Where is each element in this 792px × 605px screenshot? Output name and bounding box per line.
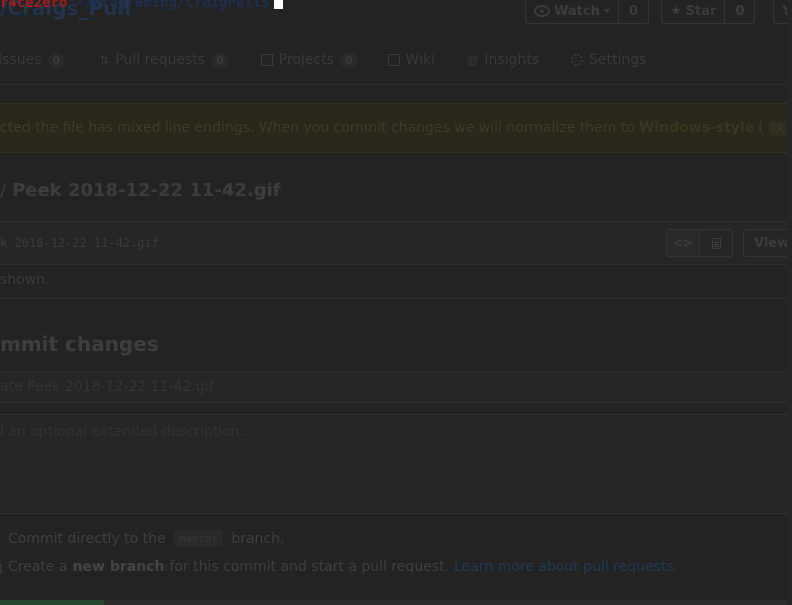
file-view-toggle: <> (666, 229, 733, 257)
pull-request-icon: ⇅ (99, 53, 110, 67)
tab-projects[interactable]: Projects 0 (260, 52, 358, 68)
star-button[interactable]: ★ Star (662, 0, 726, 23)
projects-count-badge: 0 (339, 52, 358, 68)
learn-more-link[interactable]: Learn more about pull requests. (454, 559, 678, 575)
warning-emphasis: Windows-style (638, 120, 755, 136)
rendered-view-button[interactable] (699, 230, 732, 256)
line-ending-code: CR (767, 120, 787, 136)
repo-nav-tabs: Issues 0 ⇅ Pull requests 0 Projects 0 Wi… (0, 46, 680, 74)
right-edge (787, 0, 792, 605)
bottom-edge (0, 600, 792, 605)
star-button-group[interactable]: ★ Star 0 (661, 0, 756, 24)
commit-title-placeholder: ate Peek 2018-12-22 11-42.gif (0, 379, 214, 395)
star-label: Star (685, 3, 717, 19)
file-path-breadcrumb: / Peek 2018-12-22 11-42.gif (0, 180, 281, 201)
tab-pull-requests[interactable]: ⇅ Pull requests 0 (99, 52, 229, 68)
terminal-path: :~/Programing/CraigPull$ (67, 0, 270, 11)
star-icon: ★ (670, 3, 682, 19)
tabs-divider (0, 84, 792, 85)
file-path-name: Peek 2018-12-22 11-42.gif (12, 180, 281, 201)
watch-button[interactable]: Watch (526, 0, 619, 23)
watch-count[interactable]: 0 (619, 0, 648, 23)
pull-requests-count-badge: 0 (211, 52, 229, 68)
tab-wiki[interactable]: Wiki (387, 52, 435, 68)
star-count[interactable]: 0 (725, 0, 754, 23)
gear-icon (571, 54, 584, 66)
progress-indicator (0, 600, 104, 605)
line-endings-warning: cted the file has mixed line endings. Wh… (0, 103, 792, 153)
file-not-shown-text: shown. (0, 272, 50, 288)
tab-insights[interactable]: ▥ Insights (467, 52, 539, 68)
warning-text: cted the file has mixed line endings. Wh… (0, 120, 635, 136)
radio-button[interactable]: • (0, 532, 3, 546)
tab-issues[interactable]: Issues 0 (0, 52, 66, 68)
terminal-cursor (273, 0, 283, 9)
commit-new-branch-option[interactable]: ꝗ Create a new branch for this commit an… (0, 559, 678, 575)
eye-icon (534, 5, 550, 17)
commit-description-placeholder: l an optional extended description... (0, 424, 254, 440)
commit-heading: mmit changes (0, 332, 159, 356)
tab-settings[interactable]: Settings (571, 52, 646, 68)
commit-title-input[interactable]: ate Peek 2018-12-22 11-42.gif (0, 371, 792, 403)
terminal-user: r4ce2ero (0, 0, 68, 11)
terminal-prompt: r4ce2ero:~/Programing/CraigPull$ (0, 0, 283, 11)
commit-direct-option[interactable]: • Commit directly to the master branch. (0, 530, 284, 547)
watch-button-group[interactable]: Watch 0 (525, 0, 649, 24)
code-view-button[interactable]: <> (667, 230, 699, 256)
book-icon (387, 54, 400, 66)
view-button[interactable]: View (743, 229, 792, 257)
file-icon (711, 237, 721, 249)
graph-icon: ▥ (466, 53, 479, 67)
chevron-down-icon (603, 9, 610, 13)
commit-description-textarea[interactable]: l an optional extended description... (0, 414, 792, 514)
watch-label: Watch (554, 3, 600, 19)
file-name: k 2018-12-22 11-42.gif (0, 236, 159, 250)
code-icon: <> (672, 236, 694, 250)
branch-icon: ꝗ (0, 560, 3, 574)
issues-count-badge: 0 (47, 52, 66, 68)
project-icon (260, 54, 273, 66)
branch-name: master (173, 530, 224, 547)
